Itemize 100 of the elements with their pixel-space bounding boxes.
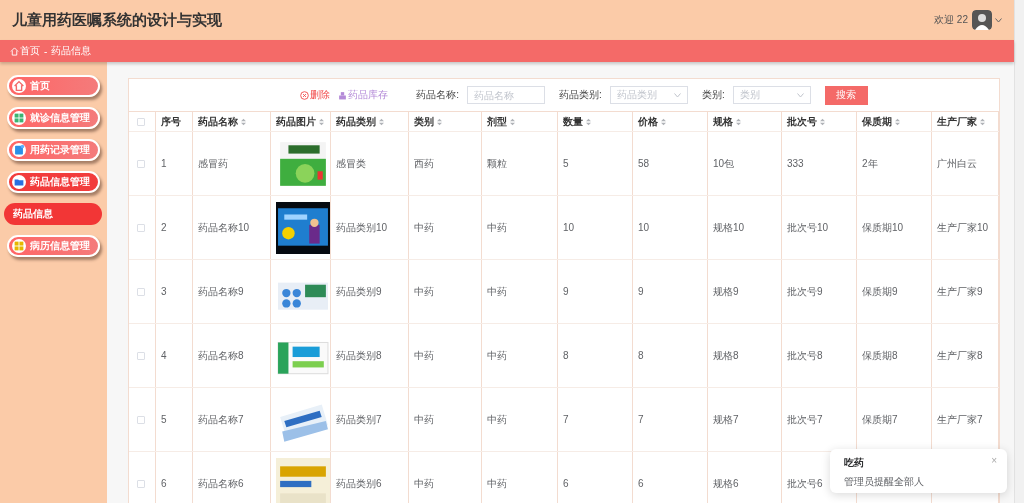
column-header: 批次号 xyxy=(787,114,817,129)
table-cell: 6 xyxy=(161,478,167,489)
table-cell: 5 xyxy=(161,414,167,425)
app-title: 儿童用药医嘱系统的设计与实现 xyxy=(12,10,223,30)
sort-icon[interactable] xyxy=(820,117,825,126)
table-cell: 333 xyxy=(787,158,804,169)
table-cell: 2年 xyxy=(862,156,878,171)
close-circle-icon xyxy=(300,90,310,100)
sort-icon[interactable] xyxy=(437,117,442,126)
table-cell: 批次号9 xyxy=(787,284,823,299)
table-cell: 8 xyxy=(638,350,644,361)
column-header: 规格 xyxy=(713,114,733,129)
column-header: 保质期 xyxy=(862,114,892,129)
column-header: 生产厂家 xyxy=(937,114,977,129)
table-cell: 规格8 xyxy=(713,348,739,363)
table-cell: 药品类别7 xyxy=(336,412,382,427)
row-checkbox[interactable] xyxy=(137,159,145,168)
sort-icon[interactable] xyxy=(980,117,985,126)
folder-icon xyxy=(12,175,26,189)
grid-icon xyxy=(12,239,26,253)
stock-icon xyxy=(338,90,348,100)
chevron-icon xyxy=(796,92,804,98)
sidebar-item[interactable]: 用药记录管理 xyxy=(7,139,100,161)
table-cell: 中药 xyxy=(414,476,434,491)
home-icon xyxy=(12,79,26,93)
notification-message: 管理员提醒全部人 xyxy=(844,475,925,489)
table-cell: 6 xyxy=(638,478,644,489)
table-cell: 中药 xyxy=(487,348,507,363)
table-cell: 规格10 xyxy=(713,220,745,235)
table-cell: 感冒药 xyxy=(198,156,228,171)
table-cell: 3 xyxy=(161,286,167,297)
select-all-checkbox[interactable] xyxy=(137,117,145,126)
column-header: 药品名称 xyxy=(198,114,238,129)
sidebar-item[interactable]: 病历信息管理 xyxy=(7,235,100,257)
table-cell: 9 xyxy=(563,286,569,297)
table-cell: 保质期7 xyxy=(862,412,898,427)
breadcrumb-link[interactable]: 首页 xyxy=(10,44,40,58)
submenu-item[interactable]: 药品信息 xyxy=(4,203,102,225)
sort-icon[interactable] xyxy=(736,117,741,126)
note-icon xyxy=(12,143,26,157)
table-cell: 规格6 xyxy=(713,476,739,491)
table-cell: 9 xyxy=(638,286,644,297)
sort-icon[interactable] xyxy=(241,117,246,126)
table-cell: 药品名称7 xyxy=(198,412,244,427)
table-cell: 西药 xyxy=(414,156,434,171)
table-cell: 药品名称9 xyxy=(198,284,244,299)
column-header: 药品类别 xyxy=(336,114,376,129)
table-cell: 药品类别10 xyxy=(336,220,388,235)
table-cell: 药品名称10 xyxy=(198,220,250,235)
sort-icon[interactable] xyxy=(379,117,384,126)
table-cell: 保质期9 xyxy=(862,284,898,299)
row-checkbox[interactable] xyxy=(137,287,145,296)
sort-icon[interactable] xyxy=(510,117,515,126)
breadcrumb-separator: - xyxy=(44,45,48,57)
table-cell: 批次号6 xyxy=(787,476,823,491)
column-header: 价格 xyxy=(638,114,658,129)
filter-label: 药品名称: xyxy=(416,88,460,102)
table-cell: 10 xyxy=(638,222,650,233)
table-cell: 中药 xyxy=(414,412,434,427)
sort-icon[interactable] xyxy=(661,117,666,126)
home-icon xyxy=(10,46,19,56)
table-cell: 中药 xyxy=(487,284,507,299)
table-cell: 7 xyxy=(563,414,569,425)
row-checkbox[interactable] xyxy=(137,479,145,488)
stock-button[interactable]: 药品库存 xyxy=(338,88,389,102)
table-cell: 中药 xyxy=(487,476,507,491)
scrollbar[interactable] xyxy=(1014,0,1024,503)
close-button[interactable]: × xyxy=(991,455,997,466)
table-cell: 8 xyxy=(563,350,569,361)
table-cell: 规格9 xyxy=(713,284,739,299)
sidebar-item[interactable]: 首页 xyxy=(7,75,100,97)
row-checkbox[interactable] xyxy=(137,351,145,360)
caret-icon[interactable] xyxy=(995,17,1002,23)
chevron-icon xyxy=(673,92,681,98)
table-cell: 生产厂家8 xyxy=(937,348,983,363)
row-checkbox[interactable] xyxy=(137,223,145,232)
table-cell: 6 xyxy=(563,478,569,489)
sidebar-item[interactable]: 药品信息管理 xyxy=(7,171,100,193)
sort-icon[interactable] xyxy=(586,117,591,126)
table-cell: 药品类别6 xyxy=(336,476,382,491)
row-checkbox[interactable] xyxy=(137,415,145,424)
table-cell: 批次号8 xyxy=(787,348,823,363)
delete-button[interactable]: 删除 xyxy=(300,88,331,102)
search-button[interactable]: 搜索 xyxy=(824,85,868,105)
sort-icon[interactable] xyxy=(895,117,900,126)
sidebar-item[interactable]: 就诊信息管理 xyxy=(7,107,100,129)
table-cell: 中药 xyxy=(487,412,507,427)
notification-title: 吃药 xyxy=(844,456,865,470)
table-cell: 2 xyxy=(161,222,167,233)
sort-icon[interactable] xyxy=(319,117,324,126)
column-header: 剂型 xyxy=(487,114,507,129)
avatar-icon[interactable] xyxy=(972,10,992,30)
table-cell: 批次号10 xyxy=(787,220,829,235)
table-cell: 生产厂家9 xyxy=(937,284,983,299)
column-header: 类别 xyxy=(414,114,434,129)
table-cell: 药品类别8 xyxy=(336,348,382,363)
table-cell: 感冒类 xyxy=(336,156,366,171)
table-cell: 药品名称6 xyxy=(198,476,244,491)
filter-label: 药品类别: xyxy=(559,88,602,102)
breadcrumb-current: 药品信息 xyxy=(51,44,92,58)
